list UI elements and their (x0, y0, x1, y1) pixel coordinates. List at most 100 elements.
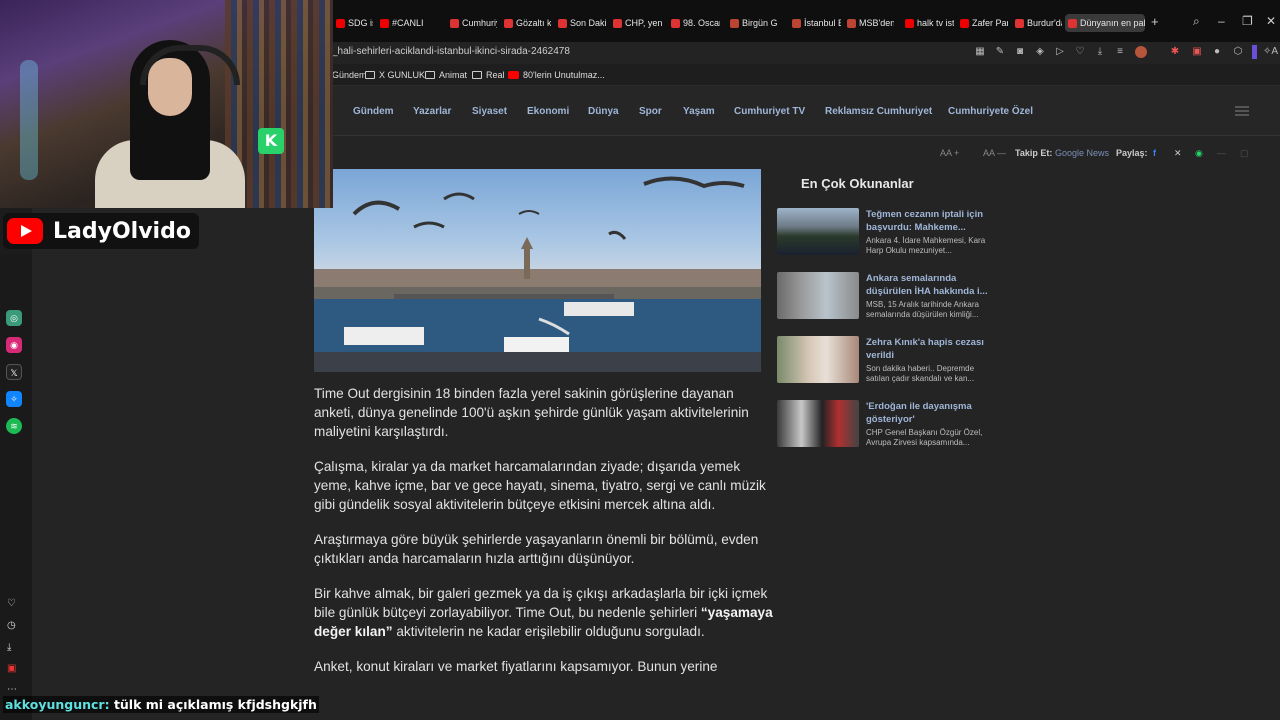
tab-favicon-icon (960, 18, 969, 28)
nav-dunya[interactable]: Dünya (588, 106, 619, 117)
instagram-icon[interactable]: ◉ (6, 337, 22, 353)
screen: SDG isted #CANLI | Cumhuriy Gözaltı k So… (0, 0, 1280, 720)
browser-tab[interactable]: Birgün G (727, 14, 785, 32)
browser-tab[interactable]: Zafer Part (957, 14, 1008, 32)
news-title[interactable]: Ankara semalarında düşürülen İHA hakkınd… (866, 272, 992, 298)
most-read-item[interactable]: Zehra Kınık'a hapis cezası verildi Son d… (777, 336, 997, 386)
tab-label: CHP, yen (625, 18, 662, 28)
shield-icon[interactable]: ◈ (1033, 44, 1047, 60)
bookmark-label: Animat (439, 70, 468, 80)
news-title[interactable]: Teğmen cezanın iptali için başvurdu: Mah… (866, 208, 992, 234)
browser-tab[interactable]: CHP, yen (610, 14, 662, 32)
sidebar-accent (1252, 45, 1257, 59)
nav-reklamsiz[interactable]: Reklamsız Cumhuriyet (825, 106, 932, 117)
tab-label: Birgün G (742, 18, 778, 28)
font-increase-button[interactable]: AA + (940, 148, 959, 158)
bookmark-label: 80'lerin Unutulmaz... (523, 70, 605, 80)
restore-icon[interactable]: ❐ (1242, 14, 1253, 28)
history-icon[interactable]: ◷ (7, 620, 16, 631)
minimize-icon[interactable]: – (1218, 14, 1225, 28)
nav-cumhuriyet-tv[interactable]: Cumhuriyet TV (734, 106, 805, 117)
bookmark-item[interactable]: Gündem (332, 70, 367, 80)
youtube-logo-icon (7, 218, 43, 244)
article-paragraph: Çalışma, kiralar ya da market harcamalar… (314, 459, 766, 512)
downloads-icon[interactable]: ⤓ (7, 642, 11, 653)
url-text[interactable]: _hali-sehirleri-aciklandi-istanbul-ikinc… (332, 46, 570, 57)
menu-icon[interactable]: ≡ (1113, 44, 1127, 60)
google-news-link[interactable]: Google News (1055, 148, 1109, 158)
folder-icon (472, 71, 482, 79)
most-read-item[interactable]: 'Erdoğan ile dayanışma gösteriyor' CHP G… (777, 400, 997, 450)
news-summary: Son dakika haberi.. Depremde satılan çad… (866, 364, 975, 383)
nav-gundem[interactable]: Gündem (353, 106, 394, 117)
play-icon[interactable]: ▷ (1053, 44, 1067, 60)
download-icon[interactable]: ⤓ (1093, 44, 1107, 60)
channel-name: LadyOlvido (53, 218, 191, 244)
nav-siyaset[interactable]: Siyaset (472, 106, 507, 117)
browser-tab[interactable]: Son Dakik (555, 14, 606, 32)
browser-tab[interactable]: 98. Oscar (668, 14, 720, 32)
bookmark-folder[interactable]: X GUNLUK (365, 70, 425, 80)
browser-tab-active[interactable]: Dünyanın en pah (1065, 14, 1145, 32)
heart-icon[interactable]: ♡ (1073, 44, 1087, 60)
font-decrease-button[interactable]: AA — (983, 148, 1006, 158)
news-title[interactable]: Zehra Kınık'a hapis cezası verildi (866, 336, 992, 362)
youtube-icon (508, 71, 519, 79)
browser-tab[interactable]: SDG isted (333, 14, 373, 32)
camera-icon[interactable]: ◙ (1013, 44, 1027, 60)
extension-icon[interactable]: ✱ (1168, 44, 1182, 60)
more-icon[interactable]: ⋯ (7, 684, 17, 695)
hamburger-menu-icon[interactable] (1235, 106, 1249, 116)
tab-grid-icon[interactable]: ▦ (973, 44, 987, 60)
browser-tab[interactable]: Cumhuriy (447, 14, 497, 32)
profile-avatar[interactable] (1135, 46, 1147, 58)
chatgpt-icon[interactable]: ◎ (6, 310, 22, 326)
nav-yasam[interactable]: Yaşam (683, 106, 715, 117)
extension-icon[interactable]: ● (1210, 44, 1224, 60)
extension-icon[interactable]: ▣ (1190, 44, 1204, 60)
more-share-icon[interactable]: — (1217, 148, 1226, 158)
nav-cumhuriyete-ozel[interactable]: Cumhuriyete Özel (948, 106, 1033, 117)
browser-tab[interactable]: İstanbul E (789, 14, 841, 32)
most-read-item[interactable]: Teğmen cezanın iptali için başvurdu: Mah… (777, 208, 997, 258)
bluesky-icon[interactable]: ✧ (6, 391, 22, 407)
browser-tab[interactable]: Gözaltı k (501, 14, 551, 32)
folder-icon (365, 71, 375, 79)
browser-tab[interactable]: MSB'den (844, 14, 894, 32)
facebook-share-icon[interactable]: f (1153, 148, 1156, 158)
tab-label: İstanbul E (804, 18, 841, 28)
notes-icon[interactable]: ▣ (7, 663, 16, 674)
browser-tab[interactable]: halk tv ist (902, 14, 954, 32)
news-thumbnail (777, 400, 859, 447)
tab-label: Gözaltı k (516, 18, 551, 28)
tab-favicon-icon (905, 18, 914, 28)
nav-yazarlar[interactable]: Yazarlar (413, 106, 451, 117)
tab-favicon-icon (730, 18, 739, 28)
tab-favicon-icon (613, 18, 622, 28)
x-icon[interactable]: 𝕏 (6, 364, 22, 380)
most-read-item[interactable]: Ankara semalarında düşürülen İHA hakkınd… (777, 272, 997, 322)
whatsapp-share-icon[interactable]: ◉ (1195, 148, 1203, 159)
bookmark-folder[interactable]: Real (472, 70, 505, 80)
extension-icon[interactable]: ⬡ (1231, 44, 1245, 60)
search-icon[interactable]: ⌕ (1193, 14, 1200, 29)
nav-ekonomi[interactable]: Ekonomi (527, 106, 569, 117)
nav-spor[interactable]: Spor (639, 106, 662, 117)
chat-message: akkoyunguncr: tülk mi açıklamış kfjdshgk… (3, 696, 319, 713)
tab-favicon-icon (671, 18, 680, 28)
spotify-icon[interactable]: ≋ (6, 418, 22, 434)
new-tab-button[interactable]: + (1151, 14, 1159, 29)
heart-icon[interactable]: ♡ (7, 598, 16, 609)
browser-tab[interactable]: #CANLI | (377, 14, 425, 32)
tab-favicon-icon (792, 18, 801, 28)
edit-icon[interactable]: ✎ (993, 44, 1007, 60)
x-share-icon[interactable]: ✕ (1174, 148, 1182, 159)
ai-button[interactable]: ✧A (1261, 44, 1280, 60)
browser-tab[interactable]: Burdur'da (1012, 14, 1062, 32)
news-title[interactable]: 'Erdoğan ile dayanışma gösteriyor' (866, 400, 992, 426)
keycap-prop: K (258, 128, 284, 154)
close-icon[interactable]: ✕ (1266, 14, 1276, 28)
bookmark-item[interactable]: 80'lerin Unutulmaz... (508, 70, 605, 80)
print-icon[interactable]: ▢ (1240, 148, 1249, 159)
bookmark-folder[interactable]: Animat (425, 70, 467, 80)
